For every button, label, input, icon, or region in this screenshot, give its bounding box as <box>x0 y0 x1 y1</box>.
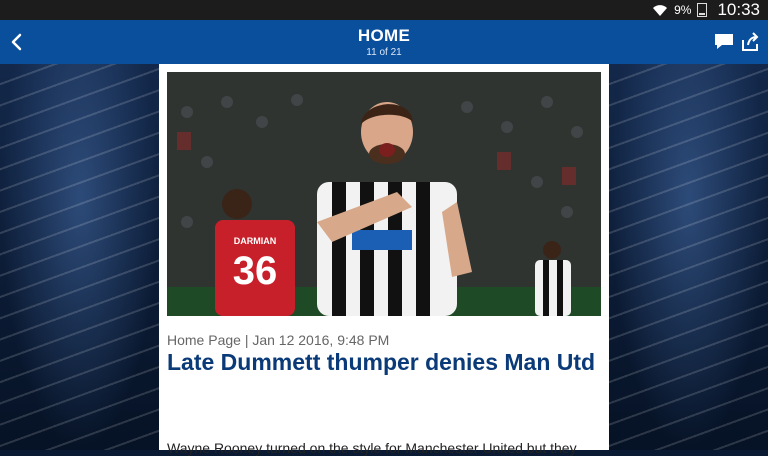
page-counter: 11 of 21 <box>366 47 402 58</box>
background-panel-left <box>0 64 160 450</box>
battery-percent: 9% <box>674 3 692 17</box>
clock: 10:33 <box>717 0 760 19</box>
battery-icon <box>697 3 708 17</box>
status-indicators: 9% 10:33 <box>652 0 760 20</box>
wifi-icon <box>653 5 668 16</box>
background-panel-right <box>609 64 768 450</box>
page-title: HOME <box>357 26 411 45</box>
status-bar: 9% 10:33 <box>0 0 768 20</box>
app-header: HOME 11 of 21 <box>0 20 768 64</box>
jersey-number: 36 <box>233 249 278 293</box>
comment-icon[interactable] <box>714 33 734 51</box>
article-body-preview: Wayne Rooney turned on the style for Man… <box>167 440 577 456</box>
article-meta: Home Page | Jan 12 2016, 9:48 PM <box>167 332 390 348</box>
article-photo[interactable]: 36 DARMIAN <box>167 72 601 316</box>
article-photo-illustration: 36 DARMIAN <box>167 72 601 316</box>
article-card[interactable]: 36 DARMIAN Home Page | Jan 12 2016, 9:48… <box>159 64 609 456</box>
article-headline[interactable]: Late Dummett thumper denies Man Utd <box>167 350 597 375</box>
jersey-name: DARMIAN <box>234 236 277 246</box>
share-icon[interactable] <box>740 32 760 52</box>
